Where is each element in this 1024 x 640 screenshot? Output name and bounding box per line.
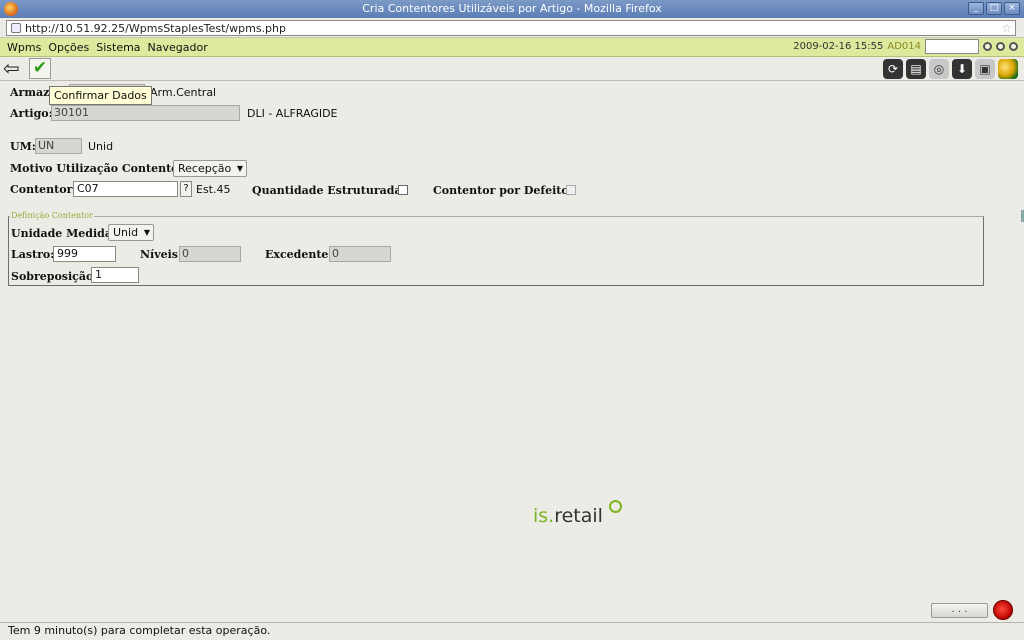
confirm-button[interactable]: ✔	[29, 58, 51, 79]
artigo-description: DLI - ALFRAGIDE	[247, 107, 338, 120]
armazem-description: Arm.Central	[150, 86, 217, 99]
contentor-lookup-button[interactable]: ?	[180, 181, 192, 197]
url-input[interactable]: http://10.51.92.25/WpmsStaplesTest/wpms.…	[6, 20, 1016, 36]
menu-wpms[interactable]: Wpms	[7, 41, 41, 54]
excedente-field: 0	[329, 246, 391, 262]
menu-sistema[interactable]: Sistema	[96, 41, 140, 54]
contentor-defeito-label: Contentor por Defeito:	[433, 184, 573, 197]
session-datetime: 2009-02-16 15:55	[793, 41, 884, 52]
address-bar: http://10.51.92.25/WpmsStaplesTest/wpms.…	[0, 18, 1024, 38]
window-title: Cria Contentores Utilizáveis por Artigo …	[362, 2, 662, 15]
niveis-label: Níveis:	[140, 248, 183, 261]
print-icon[interactable]: ▤	[906, 59, 926, 79]
window-titlebar: Cria Contentores Utilizáveis por Artigo …	[0, 0, 1024, 18]
refresh-icon[interactable]: ⟳	[883, 59, 903, 79]
niveis-field: 0	[179, 246, 241, 262]
app-logo-icon[interactable]	[998, 59, 1018, 79]
status-light-icon[interactable]	[996, 42, 1005, 51]
window-controls: _ □ ×	[968, 2, 1020, 15]
um-label: UM:	[10, 140, 36, 153]
qtd-estruturada-label: Quantidade Estruturada:	[252, 184, 406, 197]
sobreposicao-label: Sobreposição:	[11, 270, 98, 283]
brand-leaf-icon	[609, 500, 622, 513]
status-bar: Tem 9 minuto(s) para completar esta oper…	[0, 622, 1024, 640]
session-info: 2009-02-16 15:55 AD014	[793, 39, 1018, 54]
bookmark-star-icon[interactable]: ☆	[1001, 21, 1012, 35]
contentor-label: Contentor:	[10, 183, 77, 196]
close-button[interactable]: ×	[1004, 2, 1020, 15]
menu-navegador[interactable]: Navegador	[148, 41, 208, 54]
minimize-button[interactable]: _	[968, 2, 984, 15]
brand-prefix: is.	[533, 505, 555, 527]
motivo-value: Recepção	[178, 162, 232, 175]
unidade-medida-select[interactable]: Unid ▼	[108, 224, 154, 241]
user-input[interactable]	[925, 39, 979, 54]
confirm-tooltip: Confirmar Dados	[49, 86, 152, 105]
unidade-medida-value: Unid	[113, 226, 139, 239]
contentor-input[interactable]: C07	[73, 181, 178, 197]
lastro-input[interactable]: 999	[53, 246, 116, 262]
brand-name: retail	[554, 505, 603, 527]
menu-opcoes[interactable]: Opções	[48, 41, 89, 54]
qtd-estruturada-checkbox[interactable]	[398, 185, 408, 195]
firefox-icon	[4, 2, 18, 16]
lastro-label: Lastro:	[11, 248, 55, 261]
contentor-description: Est.45	[196, 183, 231, 196]
um-description: Unid	[88, 140, 114, 153]
toolbar-icons: ⟳ ▤ ◎ ⬇ ▣	[883, 59, 1018, 79]
download-icon[interactable]: ⬇	[952, 59, 972, 79]
status-text: Tem 9 minuto(s) para completar esta oper…	[8, 624, 271, 637]
status-light-icon[interactable]	[983, 42, 992, 51]
chevron-down-icon: ▼	[236, 164, 243, 173]
artigo-field: 30101	[51, 105, 240, 121]
sobreposicao-input[interactable]: 1	[91, 267, 139, 283]
ladybug-icon[interactable]	[993, 600, 1013, 620]
page-icon	[11, 23, 21, 33]
um-field: UN	[35, 138, 82, 154]
unidade-medida-label: Unidade Medida:	[11, 227, 117, 240]
back-arrow-icon[interactable]: ⇦	[3, 58, 25, 79]
is-retail-logo: is.retail	[533, 505, 603, 527]
app-toolbar: ⇦ ✔ ⟳ ▤ ◎ ⬇ ▣	[0, 57, 1024, 81]
motivo-label: Motivo Utilização Contentor:	[10, 162, 189, 175]
package-icon[interactable]: ▣	[975, 59, 995, 79]
maximize-button[interactable]: □	[986, 2, 1002, 15]
contentor-defeito-checkbox	[566, 185, 576, 195]
app-menubar: Wpms Opções Sistema Navegador 2009-02-16…	[0, 38, 1024, 57]
motivo-select[interactable]: Recepção ▼	[173, 160, 247, 177]
progress-button[interactable]: . . .	[931, 603, 988, 618]
armazem-label: Armaz	[10, 86, 50, 99]
status-light-icon[interactable]	[1009, 42, 1018, 51]
excedente-label: Excedente:	[265, 248, 333, 261]
lifebuoy-icon[interactable]: ◎	[929, 59, 949, 79]
url-text: http://10.51.92.25/WpmsStaplesTest/wpms.…	[25, 21, 286, 35]
definicao-contentor-legend: Definição Contentor	[10, 211, 94, 220]
session-user: AD014	[887, 41, 921, 52]
artigo-label: Artigo:	[10, 107, 53, 120]
chevron-down-icon: ▼	[143, 228, 150, 237]
